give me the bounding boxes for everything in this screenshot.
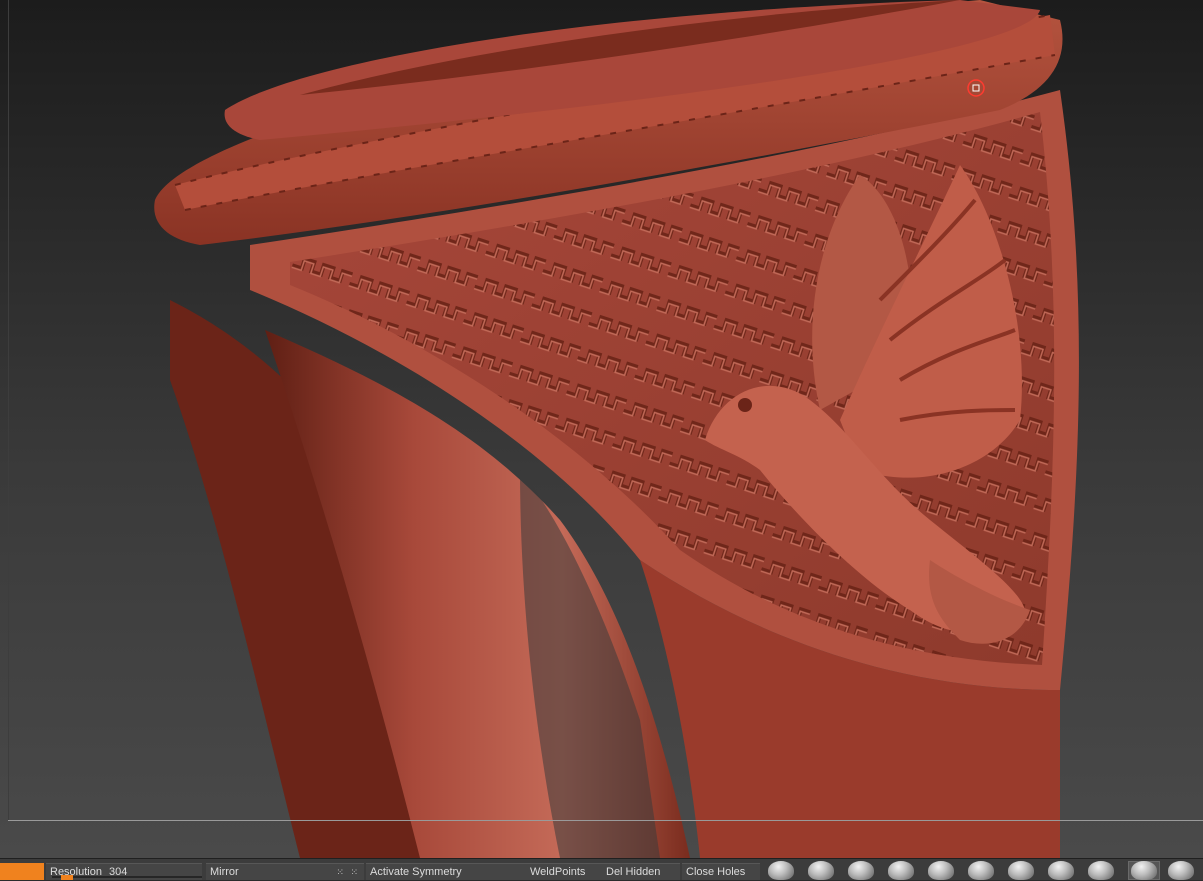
brush-material-icon[interactable]	[1168, 861, 1194, 880]
dove-eye	[738, 398, 752, 412]
brush-standard-icon[interactable]	[768, 861, 794, 880]
del-hidden-button[interactable]: Del Hidden	[602, 863, 680, 880]
close-holes-label: Close Holes	[686, 866, 746, 878]
brush-pinch-icon[interactable]	[1008, 861, 1034, 880]
resolution-track	[52, 876, 202, 878]
mirror-button[interactable]: Mirror ⁙ ⁙	[206, 863, 364, 880]
brush-slot-selected[interactable]	[1128, 861, 1160, 880]
brush-snake-hook-icon[interactable]	[1048, 861, 1074, 880]
ring-model[interactable]	[0, 0, 1203, 858]
brush-curve-icon[interactable]	[1131, 861, 1157, 880]
active-tab-indicator[interactable]	[0, 863, 44, 880]
weld-points-button[interactable]: WeldPoints	[526, 863, 602, 880]
activate-symmetry-button[interactable]: Activate Symmetry	[366, 863, 526, 880]
brush-inflate-icon[interactable]	[848, 861, 874, 880]
brush-smooth-icon[interactable]	[808, 861, 834, 880]
bottom-toolbar: Resolution 304 Mirror ⁙ ⁙ Activate Symme…	[0, 858, 1203, 880]
close-holes-button[interactable]: Close Holes	[682, 863, 760, 880]
weld-points-label: WeldPoints	[530, 866, 586, 878]
brush-dam-standard-icon[interactable]	[968, 861, 994, 880]
resolution-slider[interactable]: Resolution 304	[46, 863, 202, 880]
mirror-label: Mirror	[210, 866, 239, 878]
del-hidden-label: Del Hidden	[606, 866, 661, 878]
brush-flatten-icon[interactable]	[1088, 861, 1114, 880]
mirror-axis-icon[interactable]: ⁙ ⁙	[336, 864, 360, 881]
viewport-frame-left	[8, 0, 9, 820]
viewport-frame-bottom	[8, 820, 1203, 821]
brush-clay-icon[interactable]	[888, 861, 914, 880]
3d-viewport[interactable]	[0, 0, 1203, 858]
resolution-thumb[interactable]	[61, 875, 73, 880]
activate-symmetry-label: Activate Symmetry	[370, 866, 462, 878]
brush-move-icon[interactable]	[928, 861, 954, 880]
